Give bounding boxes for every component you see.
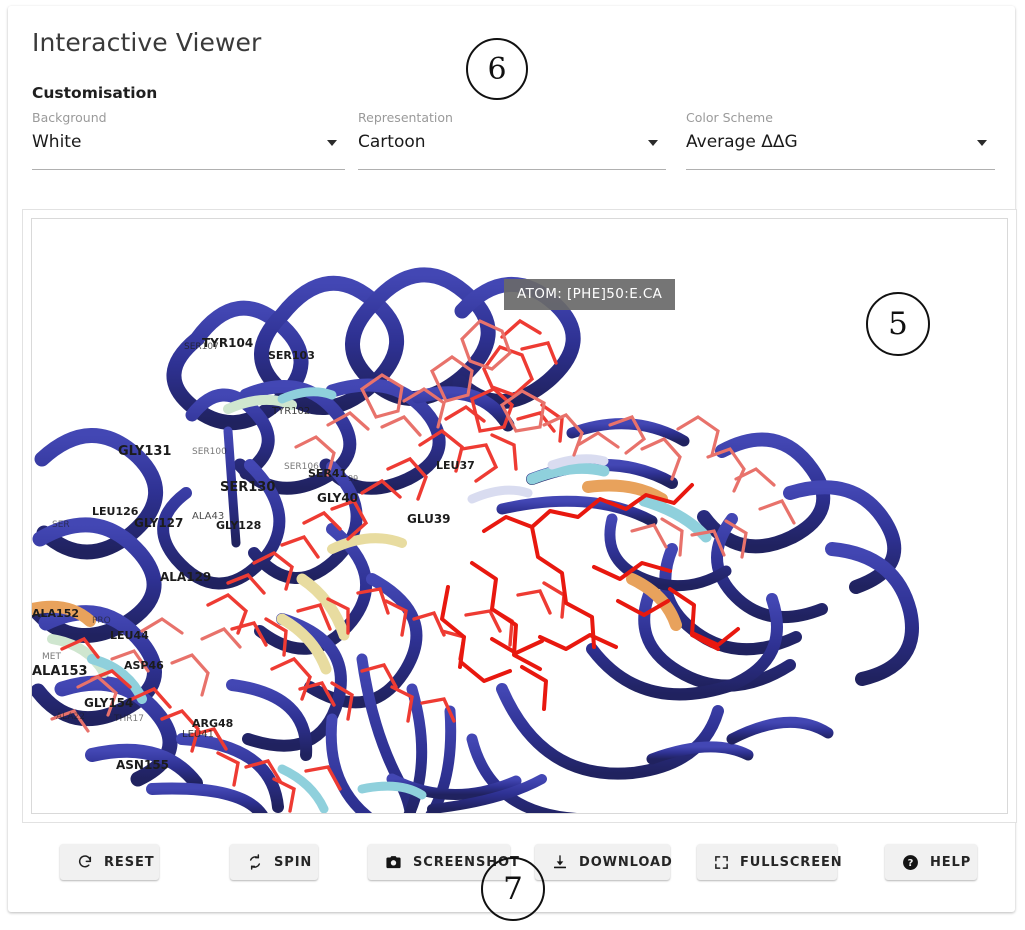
svg-text:?: ? <box>908 858 914 869</box>
color-scheme-select-value: Average ΔΔG <box>686 132 798 152</box>
svg-text:ALA152: ALA152 <box>32 607 79 620</box>
viewer-card: Interactive Viewer Customisation Backgro… <box>8 6 1017 912</box>
annotation-marker-5: 5 <box>866 292 930 356</box>
spin-icon <box>247 854 263 870</box>
svg-text:THR17: THR17 <box>113 714 144 724</box>
svg-text:LEU37: LEU37 <box>436 459 475 472</box>
svg-text:LEU126: LEU126 <box>92 505 139 518</box>
chevron-down-icon[interactable] <box>327 140 337 146</box>
background-select[interactable]: Background White <box>32 110 345 170</box>
svg-text:TYR102: TYR102 <box>271 406 310 417</box>
reset-button-label: RESET <box>104 854 155 870</box>
svg-text:SER100: SER100 <box>192 447 227 457</box>
svg-text:GLY131: GLY131 <box>118 444 171 459</box>
fullscreen-icon <box>714 855 729 870</box>
svg-text:ASP46: ASP46 <box>124 659 164 672</box>
field-underline <box>32 169 345 170</box>
download-icon <box>552 854 568 870</box>
chevron-down-icon[interactable] <box>648 140 658 146</box>
svg-text:LEU44: LEU44 <box>110 629 149 642</box>
field-underline <box>358 169 666 170</box>
svg-text:TYR104: TYR104 <box>202 336 253 350</box>
spin-button-label: SPIN <box>274 854 313 870</box>
color-scheme-select-label: Color Scheme <box>686 110 773 125</box>
svg-text:99: 99 <box>348 474 358 483</box>
download-button[interactable]: DOWNLOAD <box>535 844 673 880</box>
svg-text:GLY127: GLY127 <box>134 516 183 530</box>
svg-text:ARG48: ARG48 <box>192 717 233 730</box>
help-button-label: HELP <box>930 854 972 870</box>
svg-text:MET: MET <box>42 652 61 662</box>
color-scheme-select[interactable]: Color Scheme Average ΔΔG <box>686 110 995 170</box>
reset-button[interactable]: RESET <box>60 844 159 880</box>
svg-text:ALA153: ALA153 <box>32 664 88 679</box>
representation-select[interactable]: Representation Cartoon <box>358 110 666 170</box>
representation-select-value: Cartoon <box>358 132 426 152</box>
svg-text:ALA22: ALA22 <box>56 712 85 722</box>
molecule-viewer[interactable]: SER107 TYR104 SER103 TYR102 SER100 GLY13… <box>31 218 1008 814</box>
svg-text:GLY40: GLY40 <box>317 491 358 505</box>
download-button-label: DOWNLOAD <box>579 854 673 870</box>
svg-text:SER41: SER41 <box>308 467 347 480</box>
svg-text:GLY128: GLY128 <box>216 519 261 532</box>
camera-icon <box>385 854 402 871</box>
chevron-down-icon[interactable] <box>977 140 987 146</box>
svg-text:PRO: PRO <box>92 616 111 626</box>
viewer-page: Interactive Viewer Customisation Backgro… <box>0 0 1025 930</box>
annotation-marker-6: 6 <box>466 38 528 100</box>
svg-text:GLU39: GLU39 <box>407 512 451 526</box>
help-circle-icon: ? <box>902 854 919 871</box>
fullscreen-button-label: FULLSCREEN <box>740 854 843 870</box>
annotation-marker-7: 7 <box>481 857 545 921</box>
background-select-label: Background <box>32 110 107 125</box>
refresh-icon <box>77 854 93 870</box>
svg-text:LEU41: LEU41 <box>182 729 214 740</box>
customisation-section-label: Customisation <box>32 84 158 102</box>
svg-text:GLY154: GLY154 <box>84 696 133 710</box>
representation-select-label: Representation <box>358 110 453 125</box>
svg-text:SER130: SER130 <box>220 480 275 495</box>
svg-text:SER: SER <box>52 520 70 530</box>
fullscreen-button[interactable]: FULLSCREEN <box>697 844 842 880</box>
molecule-viewer-frame: SER107 TYR104 SER103 TYR102 SER100 GLY13… <box>22 209 1017 823</box>
background-select-value: White <box>32 132 82 152</box>
svg-text:SER103: SER103 <box>268 349 315 362</box>
page-title: Interactive Viewer <box>32 28 262 57</box>
help-button[interactable]: ? HELP <box>885 844 977 880</box>
atom-tooltip: ATOM: [PHE]50:E.CA <box>504 279 676 310</box>
svg-text:ASN155: ASN155 <box>116 758 169 772</box>
spin-button[interactable]: SPIN <box>230 844 318 880</box>
field-underline <box>686 169 995 170</box>
svg-text:ALA129: ALA129 <box>160 570 211 584</box>
